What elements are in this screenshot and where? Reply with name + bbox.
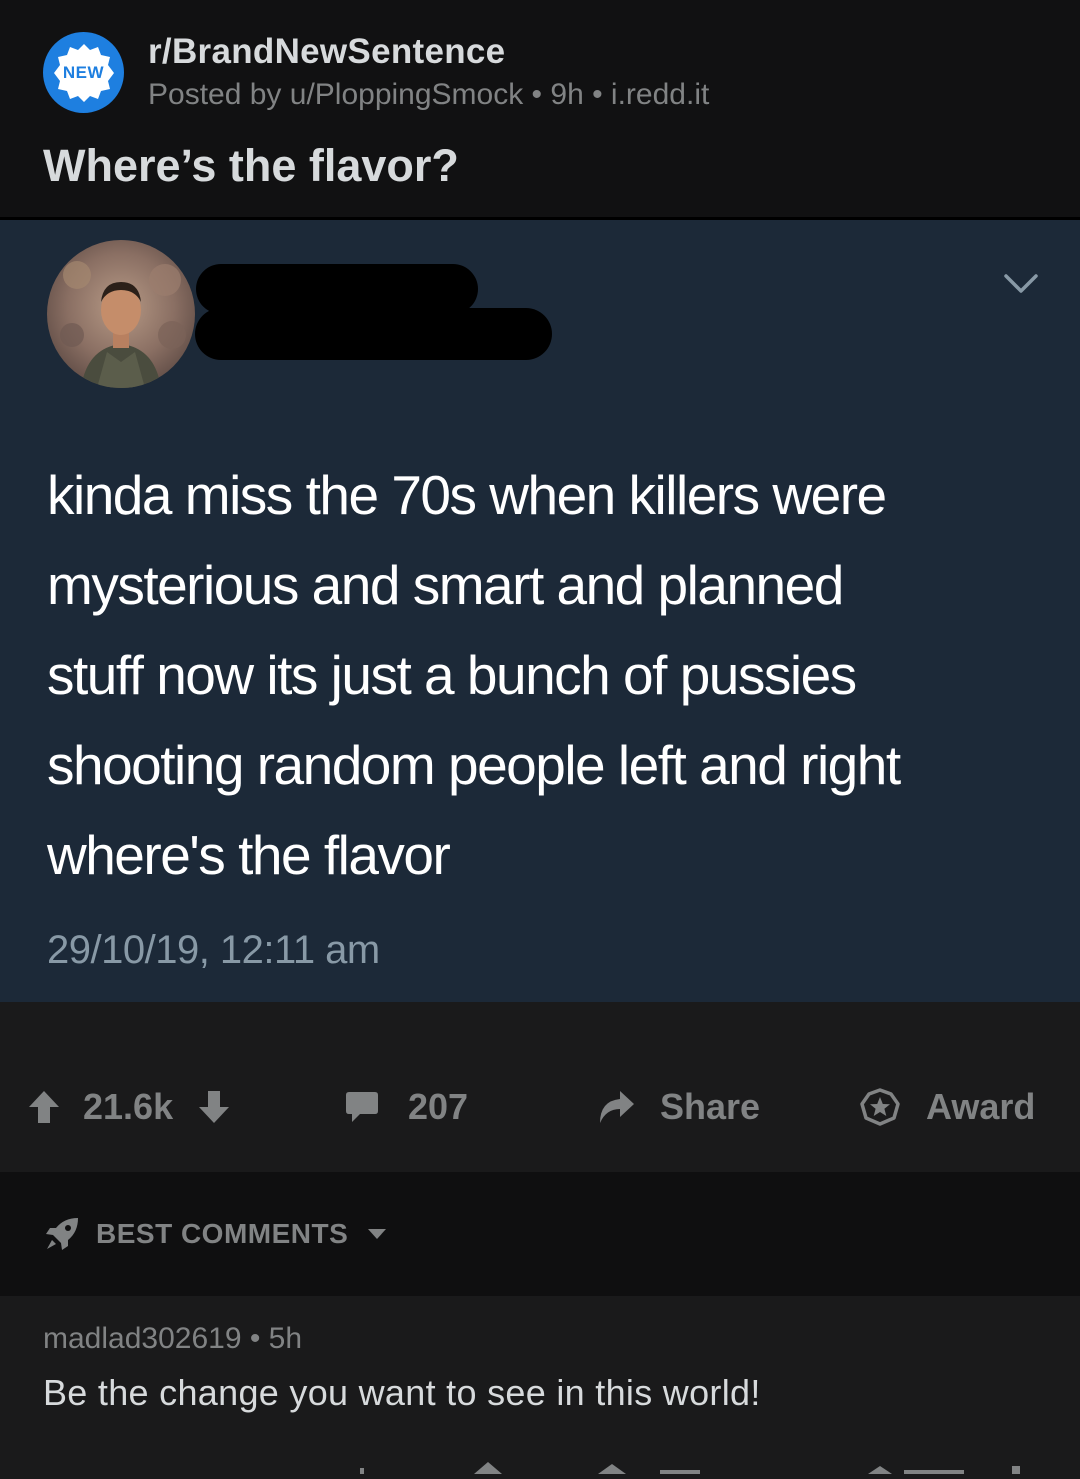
upvote-icon[interactable]: [27, 1089, 61, 1125]
comment-body: Be the change you want to see in this wo…: [43, 1372, 761, 1413]
new-badge-icon: NEW: [53, 42, 115, 104]
redacted-name: [196, 264, 478, 314]
post-meta: Posted by u/PloppingSmock • 9h • i.redd.…: [148, 78, 710, 111]
sort-selector[interactable]: BEST COMMENTS: [44, 1216, 388, 1252]
post-title[interactable]: Where’s the flavor?: [43, 140, 459, 192]
award-icon: [860, 1088, 900, 1126]
comment-count: 207: [408, 1086, 469, 1127]
downvote-icon[interactable]: [197, 1089, 231, 1125]
share-label: Share: [660, 1086, 761, 1127]
sort-bar: BEST COMMENTS: [0, 1172, 1080, 1296]
redacted-handle: [195, 308, 552, 360]
comment: madlad302619 • 5h Be the change you want…: [0, 1298, 1080, 1474]
tweet-image[interactable]: kinda miss the 70s when killers were mys…: [0, 220, 1080, 1002]
vote-control: 21.6k: [27, 1086, 231, 1128]
tweet-timestamp: 29/10/19, 12:11 am: [47, 928, 380, 972]
share-button[interactable]: Share: [596, 1086, 760, 1128]
vote-count: 21.6k: [83, 1086, 174, 1127]
share-icon: [600, 1091, 634, 1123]
caret-down-icon: [368, 1229, 387, 1239]
subreddit-icon[interactable]: NEW: [43, 32, 124, 113]
comment-meta[interactable]: madlad302619 • 5h: [43, 1322, 302, 1356]
award-label: Award: [926, 1086, 1036, 1127]
post-actions: 21.6k 207 Share Award: [0, 1002, 1080, 1170]
sort-label: BEST COMMENTS: [96, 1218, 349, 1249]
rocket-icon: [46, 1218, 78, 1250]
new-badge-label: NEW: [62, 62, 105, 82]
subreddit-name[interactable]: r/BrandNewSentence: [148, 32, 505, 72]
comment-actions-cropped: [0, 1458, 1080, 1474]
chevron-down-icon[interactable]: [1002, 272, 1040, 296]
avatar: [47, 240, 195, 388]
post-header: NEW r/BrandNewSentence Posted by u/Plopp…: [0, 0, 1080, 217]
comments-button[interactable]: 207: [344, 1086, 468, 1128]
tweet-text: kinda miss the 70s when killers were mys…: [47, 464, 901, 886]
comment-icon: [346, 1092, 378, 1122]
award-button[interactable]: Award: [860, 1086, 1035, 1128]
